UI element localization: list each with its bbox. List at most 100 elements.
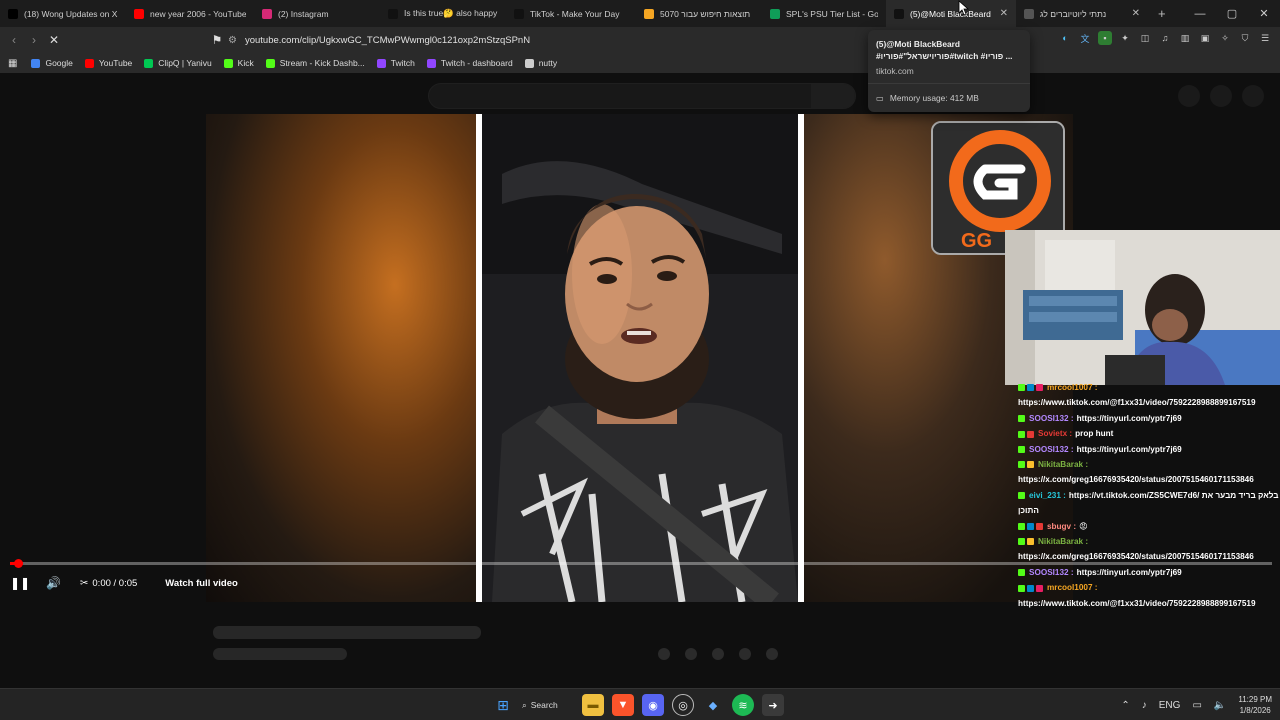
bookmark-item[interactable]: Twitch - dashboard bbox=[426, 58, 513, 68]
puzzle-icon[interactable]: ✦ bbox=[1118, 31, 1132, 45]
avatar-placeholder[interactable] bbox=[1178, 85, 1200, 107]
chat-text: https://www.tiktok.com/@f1xx31/video/759… bbox=[1018, 398, 1256, 408]
progress-scrubber[interactable] bbox=[14, 559, 23, 568]
stop-loading-icon[interactable]: ✕ bbox=[44, 33, 64, 47]
address-bar[interactable]: ⚙ youtube.com/clip/UgkxwGC_TCMwPWwmgl0c1… bbox=[228, 31, 868, 49]
chat-message: https://www.tiktok.com/@f1xx31/video/759… bbox=[1018, 395, 1280, 410]
webcam-image bbox=[1005, 230, 1280, 385]
steam-icon[interactable]: ◎ bbox=[672, 694, 694, 716]
bookmark-item[interactable]: Google bbox=[31, 58, 73, 68]
site-info-icon[interactable]: ⚙ bbox=[228, 35, 237, 46]
close-window-icon[interactable]: ✕ bbox=[1248, 7, 1280, 20]
chat-badge-icon bbox=[1027, 538, 1034, 546]
tab-close-icon[interactable]: ✕ bbox=[1132, 8, 1140, 19]
menu-icon[interactable]: ☰ bbox=[1258, 31, 1272, 45]
taskbar-search[interactable]: ⌕ Search bbox=[522, 694, 574, 716]
translate-icon[interactable]: 文 bbox=[1078, 31, 1092, 45]
tab[interactable]: SPL's PSU Tier List - Goog bbox=[762, 0, 886, 27]
search-button[interactable] bbox=[811, 84, 855, 108]
maximize-icon[interactable]: ▢ bbox=[1216, 7, 1248, 20]
pause-icon[interactable]: ❚❚ bbox=[10, 576, 30, 590]
speaker-icon[interactable]: 🔈 bbox=[1214, 700, 1226, 711]
tab[interactable]: (5)@Moti BlackBeard ✕ bbox=[886, 0, 1016, 27]
avatar-placeholder[interactable] bbox=[1210, 85, 1232, 107]
scissors-icon[interactable]: ✂ bbox=[80, 578, 88, 589]
tab-strip: (18) Wong Updates on X new year 2006 - Yo… bbox=[0, 0, 1280, 27]
windows-start-icon[interactable]: ⊞ bbox=[492, 694, 514, 716]
shield-icon[interactable]: ⛉ bbox=[1238, 31, 1252, 45]
microphone-icon[interactable]: ♪ bbox=[1142, 700, 1147, 711]
chat-message: eivi_231 : https://vt.tiktok.com/ZS5CWE7d… bbox=[1018, 488, 1280, 503]
tab-title: (5)@Moti BlackBeard bbox=[910, 8, 991, 19]
file-explorer-icon[interactable]: ▬ bbox=[582, 694, 604, 716]
tiktok-icon bbox=[894, 8, 904, 19]
chat-message: התוכן bbox=[1018, 503, 1280, 518]
bookmark-item[interactable]: ClipQ | Yanivu bbox=[144, 58, 212, 68]
tab[interactable]: new year 2006 - YouTube bbox=[126, 0, 254, 27]
discord-icon[interactable]: ◉ bbox=[642, 694, 664, 716]
chat-badge-icon bbox=[1018, 492, 1025, 500]
bookmark-favicon-icon bbox=[376, 58, 386, 68]
back-icon[interactable]: ‹ bbox=[4, 33, 24, 47]
forward-icon[interactable]: › bbox=[24, 33, 44, 47]
bookmark-favicon-icon bbox=[84, 58, 94, 68]
bookmark-item[interactable]: Stream - Kick Dashb... bbox=[265, 58, 365, 68]
chat-overlay: mrcool1007 : https://www.tiktok.com/@f1xx… bbox=[1018, 380, 1280, 608]
chat-username: Sovietx : bbox=[1038, 429, 1073, 439]
chevron-up-icon[interactable]: ⌃ bbox=[1121, 700, 1129, 711]
brave-icon[interactable]: ▼ bbox=[612, 694, 634, 716]
media-icon[interactable]: ♫ bbox=[1158, 31, 1172, 45]
chat-text: https://x.com/greg16676935420/status/200… bbox=[1018, 475, 1254, 485]
bookmark-item[interactable]: nutty bbox=[524, 58, 557, 68]
bookmark-favicon-icon bbox=[144, 58, 154, 68]
bookmark-label: Kick bbox=[237, 58, 254, 68]
tab-title: (18) Wong Updates on X bbox=[24, 8, 118, 19]
tab[interactable]: (2) Instagram bbox=[254, 0, 380, 27]
minimize-icon[interactable]: — bbox=[1184, 8, 1216, 20]
tab[interactable]: (18) Wong Updates on X bbox=[0, 0, 126, 27]
extension-icon[interactable]: ◐ bbox=[1058, 31, 1072, 45]
bookmark-favicon-icon bbox=[524, 58, 534, 68]
screenshot-icon[interactable]: ◫ bbox=[1138, 31, 1152, 45]
network-icon[interactable]: ▭ bbox=[1192, 700, 1201, 711]
apps-grid-icon[interactable]: ▦ bbox=[8, 58, 17, 69]
volume-icon[interactable]: 🔊 bbox=[46, 576, 66, 590]
avatar-placeholder[interactable] bbox=[1242, 85, 1264, 107]
bookmark-item[interactable]: Kick bbox=[223, 58, 254, 68]
url-text: youtube.com/clip/UgkxwGC_TCMwPWwmgl0c121… bbox=[244, 34, 531, 46]
video-player[interactable]: GG bbox=[206, 114, 1073, 602]
tab[interactable]: Is this true🤔 also happy bbox=[380, 0, 506, 27]
watch-full-video-button[interactable]: Watch full video bbox=[165, 578, 237, 589]
clock[interactable]: 11:29 PM 1/8/2026 bbox=[1238, 694, 1272, 716]
tab[interactable]: TikTok - Make Your Day bbox=[506, 0, 636, 27]
spotify-icon[interactable]: ≋ bbox=[732, 694, 754, 716]
bookmark-item[interactable]: Twitch bbox=[376, 58, 415, 68]
sidebar-icon[interactable]: ▥ bbox=[1178, 31, 1192, 45]
bookmark-icon[interactable]: ⚑ bbox=[207, 33, 227, 47]
search-input-placeholder[interactable] bbox=[428, 83, 856, 109]
bookmark-list: Google YouTube ClipQ | Yanivu Kick Stream - … bbox=[31, 58, 569, 68]
chat-badge-icon bbox=[1027, 522, 1034, 530]
memory-usage-text: Memory usage: 412 MB bbox=[889, 93, 979, 103]
new-tab-icon[interactable]: + bbox=[1158, 6, 1166, 21]
bookmark-item[interactable]: YouTube bbox=[84, 58, 132, 68]
tab[interactable]: תוצאות חיפוש עבור 5070 bbox=[636, 0, 762, 27]
hover-card-title: (5)@Moti BlackBeard #פוריוישראל"#פוריו#t… bbox=[876, 39, 1013, 61]
player-controls: ❚❚ 🔊 ✂ 0:00 / 0:05 Watch full video bbox=[10, 571, 238, 595]
language-indicator[interactable]: ENG bbox=[1159, 700, 1181, 711]
app-icon[interactable]: ➜ bbox=[762, 694, 784, 716]
tab[interactable]: נתתי ליוטיוברים לג ✕ bbox=[1016, 0, 1148, 27]
bookmark-label: Stream - Kick Dashb... bbox=[279, 58, 365, 68]
wallet-icon[interactable]: ▣ bbox=[1198, 31, 1212, 45]
bookmark-favicon-icon bbox=[265, 58, 275, 68]
leo-icon[interactable]: ✧ bbox=[1218, 31, 1232, 45]
app-icon[interactable]: ◆ bbox=[702, 694, 724, 716]
system-tray: ⌃ ♪ ENG ▭ 🔈 11:29 PM 1/8/2026 bbox=[1115, 689, 1272, 720]
loading-icon bbox=[1024, 8, 1034, 19]
chat-badge-icon bbox=[1027, 384, 1034, 392]
extension-icon[interactable]: ▪ bbox=[1098, 31, 1112, 45]
tab-close-icon[interactable]: ✕ bbox=[1000, 8, 1008, 19]
time-display: 0:00 / 0:05 bbox=[92, 577, 138, 589]
chat-badge-icon bbox=[1018, 415, 1025, 423]
tiktok-icon bbox=[388, 8, 398, 19]
